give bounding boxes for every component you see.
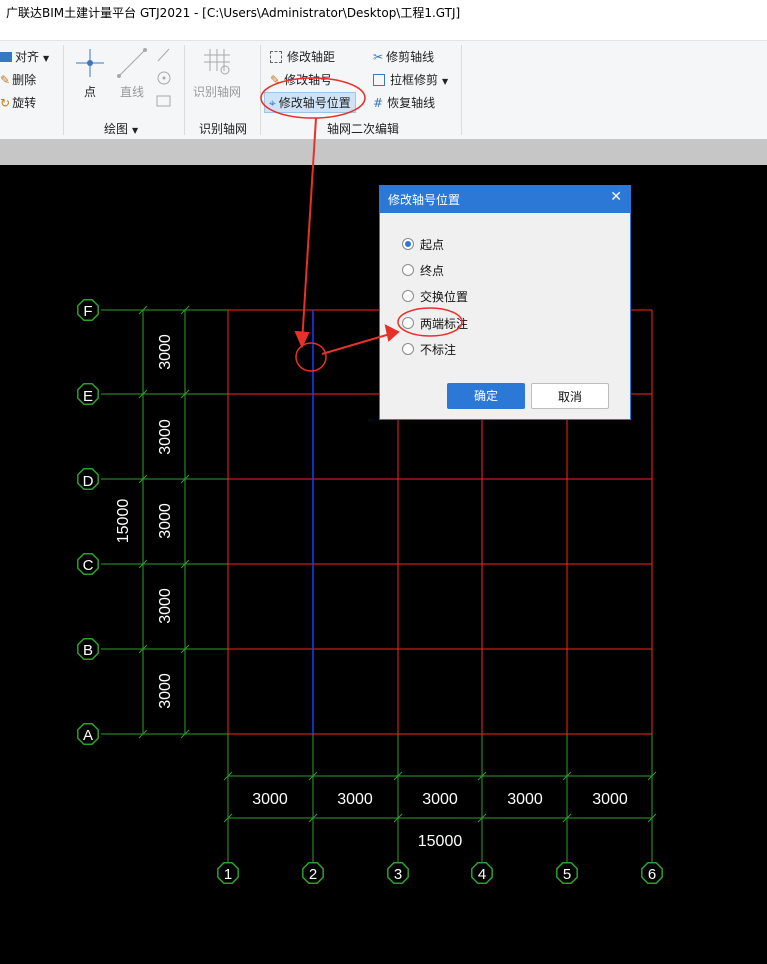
line-icon bbox=[117, 48, 147, 78]
scissors-icon: ✂ bbox=[373, 50, 384, 64]
row-spacing-label: 3000 bbox=[157, 419, 174, 455]
row-axis-label: C bbox=[83, 557, 94, 574]
line-button[interactable] bbox=[116, 47, 148, 79]
title-bar: 广联达BIM土建计量平台 GTJ2021 - [C:\Users\Adminis… bbox=[0, 0, 767, 40]
shape-icons bbox=[156, 48, 171, 107]
row-spacing-label: 3000 bbox=[157, 673, 174, 709]
separator bbox=[461, 45, 462, 135]
point-label: 点 bbox=[84, 85, 97, 99]
ok-button[interactable]: 确定 bbox=[447, 383, 525, 409]
restore-grid-icon: # bbox=[373, 96, 384, 110]
row-spacing-label: 3000 bbox=[157, 588, 174, 624]
column-spacing-label: 3000 bbox=[337, 791, 373, 808]
column-axis-label: 6 bbox=[648, 866, 656, 883]
radio-option-end[interactable]: 终点 bbox=[402, 261, 444, 279]
brush-icon: ✎ bbox=[0, 73, 11, 87]
rotate-icon: ↻ bbox=[0, 96, 11, 110]
identify-group-label: 识别轴网 bbox=[199, 122, 248, 136]
column-spacing-labels: 3000 3000 3000 3000 3000 15000 bbox=[252, 791, 628, 850]
dialog-title: 修改轴号位置 bbox=[388, 193, 461, 207]
delete-button[interactable]: ✎ 删除 bbox=[0, 71, 36, 88]
column-axis-label: 1 bbox=[224, 866, 232, 883]
row-spacing-labels: 3000 3000 3000 3000 3000 15000 bbox=[115, 334, 174, 709]
trim-grid-button[interactable]: ✂ 修剪轴线 bbox=[373, 48, 434, 65]
identify-grid-button[interactable] bbox=[202, 47, 232, 77]
spacing-icon bbox=[270, 51, 282, 63]
radio-selected-icon[interactable] bbox=[402, 238, 414, 250]
row-spacing-label: 3000 bbox=[157, 503, 174, 539]
separator bbox=[260, 45, 261, 135]
box-trim-icon bbox=[373, 74, 385, 86]
cancel-button[interactable]: 取消 bbox=[531, 383, 609, 409]
radio-option-swap[interactable]: 交换位置 bbox=[402, 287, 468, 305]
modify-number-position-button[interactable]: ⌖ 修改轴号位置 bbox=[264, 92, 356, 113]
column-total-label: 15000 bbox=[418, 833, 463, 850]
pencil-icon: ✎ bbox=[270, 73, 281, 87]
identify-grid-label: 识别轴网 bbox=[193, 85, 242, 99]
modify-spacing-button[interactable]: 修改轴距 bbox=[270, 48, 335, 65]
row-axis-label: E bbox=[83, 388, 93, 405]
separator bbox=[63, 45, 64, 135]
column-spacing-label: 3000 bbox=[507, 791, 543, 808]
column-axis-label: 2 bbox=[309, 866, 317, 883]
axis-position-icon: ⌖ bbox=[269, 96, 276, 110]
modify-number-button[interactable]: ✎ 修改轴号 bbox=[270, 71, 332, 88]
point-button[interactable] bbox=[74, 47, 106, 79]
row-axis-label: D bbox=[83, 473, 94, 490]
radio-icon[interactable] bbox=[402, 264, 414, 276]
box-trim-button[interactable]: 拉框修剪 ▼ bbox=[373, 71, 448, 88]
radio-option-both-ends[interactable]: 两端标注 bbox=[402, 314, 468, 332]
separator bbox=[184, 45, 185, 135]
restore-grid-button[interactable]: # 恢复轴线 bbox=[373, 94, 435, 111]
radio-icon[interactable] bbox=[402, 317, 414, 329]
chevron-down-icon: ▼ bbox=[442, 77, 449, 86]
line-label: 直线 bbox=[120, 85, 145, 99]
chevron-down-icon: ▼ bbox=[43, 54, 50, 63]
column-spacing-label: 3000 bbox=[592, 791, 628, 808]
row-axis-label: F bbox=[83, 303, 92, 320]
point-icon bbox=[76, 49, 104, 77]
column-axis-bubbles: 1 2 3 4 5 6 bbox=[217, 862, 663, 884]
align-button[interactable]: 对齐 ▼ bbox=[0, 48, 49, 65]
shape-tools[interactable] bbox=[155, 45, 173, 109]
column-axis-label: 4 bbox=[478, 866, 486, 883]
column-axis-label: 3 bbox=[394, 866, 402, 883]
dialog-title-bar[interactable]: 修改轴号位置 ✕ bbox=[380, 186, 630, 213]
radio-icon[interactable] bbox=[402, 290, 414, 302]
radio-option-none[interactable]: 不标注 bbox=[402, 340, 456, 358]
column-spacing-label: 3000 bbox=[252, 791, 288, 808]
column-spacing-label: 3000 bbox=[422, 791, 458, 808]
row-spacing-label: 3000 bbox=[157, 334, 174, 370]
row-axis-bubbles: F E D C B A bbox=[77, 299, 99, 745]
drawing-tabs-band bbox=[0, 139, 767, 165]
radio-option-start[interactable]: 起点 bbox=[402, 235, 444, 253]
column-axis-label: 5 bbox=[563, 866, 571, 883]
row-axis-label: B bbox=[83, 642, 93, 659]
chevron-down-icon: ▼ bbox=[132, 126, 139, 135]
close-icon[interactable]: ✕ bbox=[610, 189, 622, 205]
window-title: 广联达BIM土建计量平台 GTJ2021 - [C:\Users\Adminis… bbox=[6, 6, 461, 20]
row-total-label: 15000 bbox=[115, 499, 132, 544]
ribbon-toolbar: 对齐 ▼ ✎ 删除 ↻ 旋转 点 直线 绘图 ▼ 识别轴网 识别轴网 修改轴距 ✎ 修改轴… bbox=[0, 40, 767, 139]
row-axis-label: A bbox=[83, 727, 93, 744]
modify-axis-number-position-dialog: 修改轴号位置 ✕ 起点 终点 交换位置 两端标注 不标注 确定 取消 bbox=[379, 185, 631, 420]
grid-edit-group-label: 轴网二次编辑 bbox=[327, 122, 400, 136]
grid-scan-icon bbox=[204, 49, 230, 75]
align-icon bbox=[0, 52, 12, 62]
radio-icon[interactable] bbox=[402, 343, 414, 355]
draw-group-label[interactable]: 绘图 ▼ bbox=[104, 120, 138, 137]
rotate-button[interactable]: ↻ 旋转 bbox=[0, 94, 36, 111]
